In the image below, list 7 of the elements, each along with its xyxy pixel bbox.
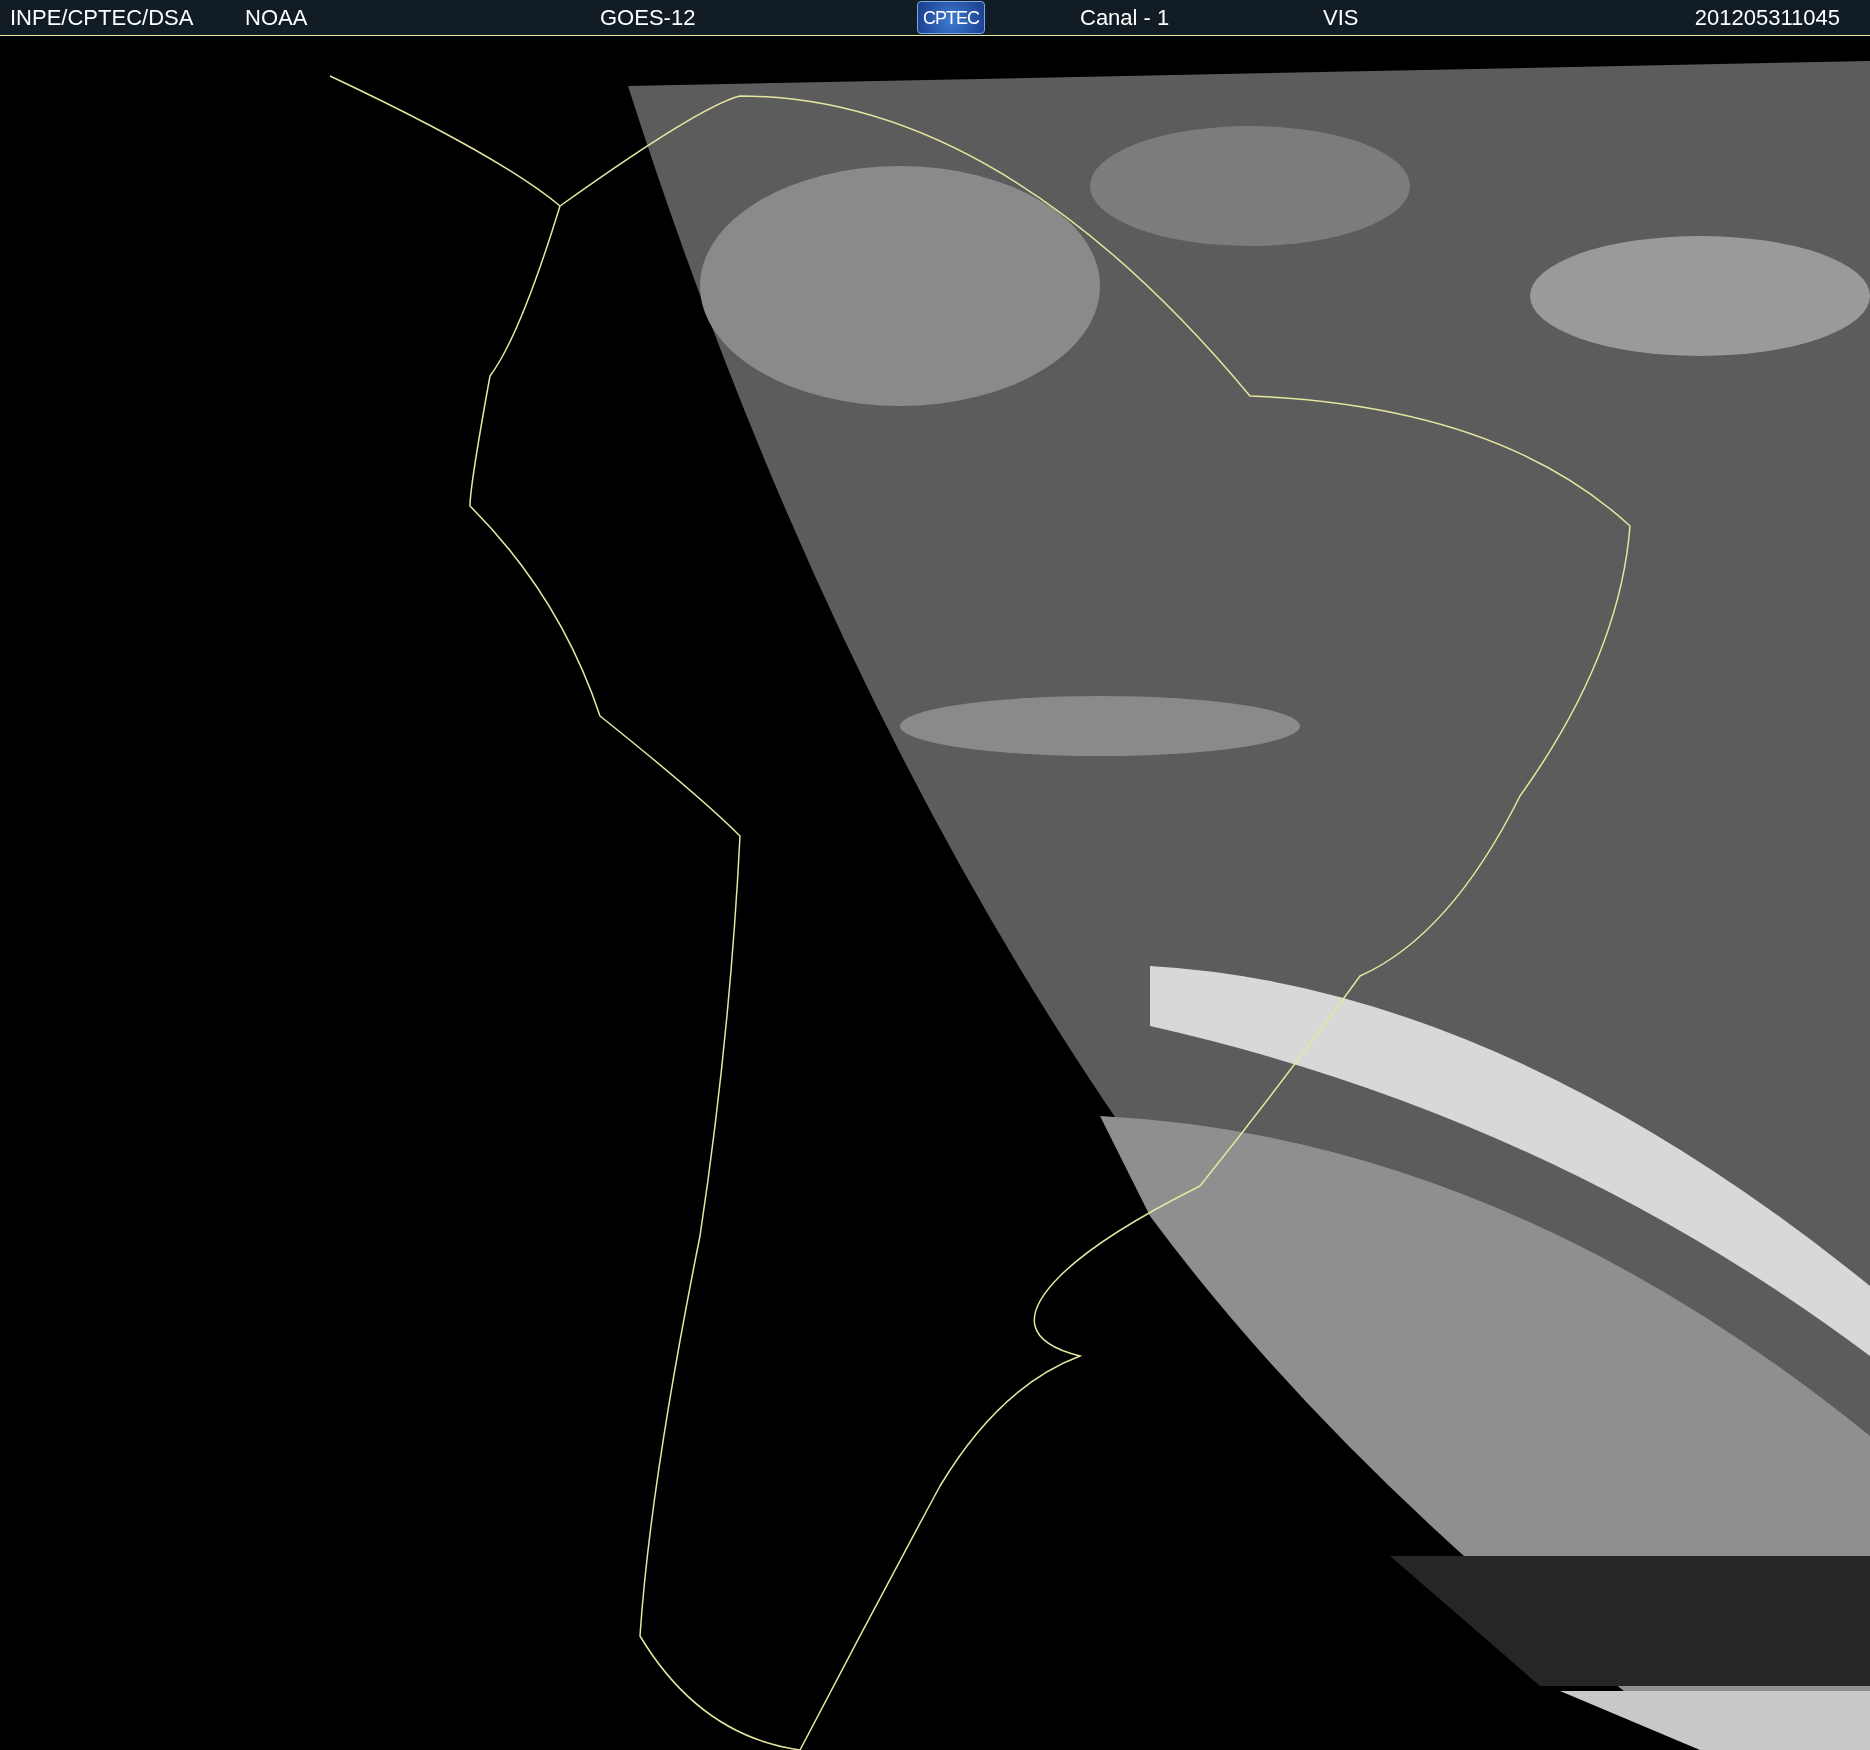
header-label: 201205311045 — [1694, 4, 1840, 30]
header-label: GOES-12 — [600, 4, 696, 30]
header-label: NOAA — [245, 4, 308, 30]
header-label: INPE/CPTEC/DSA — [10, 4, 194, 30]
logo: CPTEC — [917, 1, 985, 34]
header-label: Canal - 1 — [1080, 4, 1170, 30]
header-label: VIS — [1323, 4, 1359, 30]
